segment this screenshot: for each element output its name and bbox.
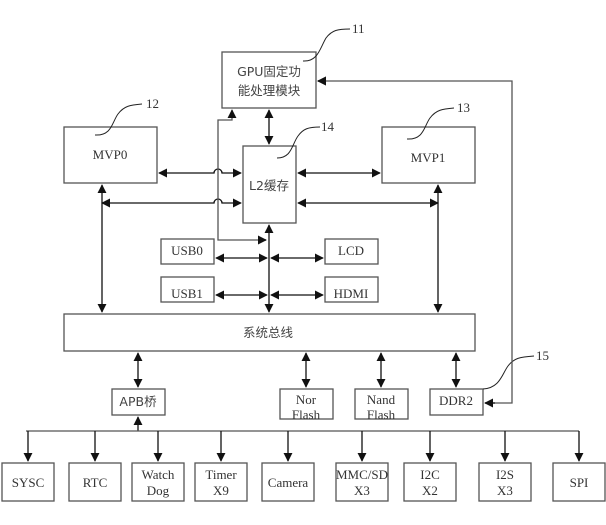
mvp1-block: MVP1 xyxy=(381,126,476,184)
peripheral-label-line1: RTC xyxy=(83,475,108,490)
mvp0-block: MVP0 xyxy=(63,126,158,184)
svg-text:12: 12 xyxy=(146,96,159,111)
apb-bridge-label: APB桥 xyxy=(119,394,157,409)
nand-flash-line1: Nand xyxy=(367,392,396,407)
peripheral-block: TimerX9 xyxy=(194,431,248,502)
peripheral-label-line1: Camera xyxy=(268,475,309,490)
ref-15: 15 xyxy=(482,348,549,390)
svg-text:13: 13 xyxy=(457,100,470,115)
peripheral-label-line2: X2 xyxy=(422,483,438,498)
lcd-label: LCD xyxy=(338,243,364,258)
gpu-block: GPU固定功 能处理模块 xyxy=(221,51,317,109)
peripheral-label-line2: X9 xyxy=(213,483,229,498)
peripheral-label-line1: MMC/SD xyxy=(336,467,388,482)
mvp0-label: MVP0 xyxy=(93,147,128,162)
usb0-label: USB0 xyxy=(171,243,203,258)
peripheral-block: SPI xyxy=(552,431,606,502)
lcd-block: LCD xyxy=(324,238,379,265)
apb-bridge-block: APB桥 xyxy=(111,388,166,416)
block-diagram: GPU固定功 能处理模块 MVP0 MVP1 L2缓存 USB0 LCD USB… xyxy=(1,21,606,502)
system-bus-label: 系统总线 xyxy=(243,325,294,340)
ddr2-label: DDR2 xyxy=(439,393,473,408)
peripheral-label-line2: X3 xyxy=(354,483,370,498)
svg-text:14: 14 xyxy=(321,119,335,134)
gpu-label-line1: GPU固定功 xyxy=(237,64,301,79)
svg-text:15: 15 xyxy=(536,348,549,363)
mvp1-label: MVP1 xyxy=(411,150,446,165)
peripheral-label-line1: I2S xyxy=(496,467,514,482)
usb1-label: USB1 xyxy=(171,286,203,301)
peripheral-block: MMC/SDX3 xyxy=(335,431,389,502)
peripheral-block: Camera xyxy=(261,431,315,502)
nand-flash-line2: Flash xyxy=(367,407,396,422)
usb1-block: USB1 xyxy=(160,276,215,303)
l2-cache-label: L2缓存 xyxy=(249,178,289,193)
hdmi-label: HDMI xyxy=(334,286,369,301)
system-bus-block: 系统总线 xyxy=(63,313,476,352)
l2-cache-block: L2缓存 xyxy=(242,145,297,224)
peripheral-label-line2: Dog xyxy=(147,483,170,498)
nor-flash-line2: Flash xyxy=(292,407,321,422)
peripheral-label-line1: Watch xyxy=(142,467,175,482)
peripheral-block: WatchDog xyxy=(131,431,185,502)
gpu-label-line2: 能处理模块 xyxy=(238,83,301,98)
peripheral-block: I2CX2 xyxy=(403,431,457,502)
nand-flash-block: Nand Flash xyxy=(354,388,409,422)
mvp0-l2-link-upper xyxy=(158,168,242,178)
nor-flash-block: Nor Flash xyxy=(279,388,334,422)
peripheral-block: SYSC xyxy=(1,431,55,502)
peripheral-label-line1: SYSC xyxy=(12,475,45,490)
usb0-block: USB0 xyxy=(160,238,215,265)
peripheral-label-line1: SPI xyxy=(570,475,589,490)
peripheral-row: SYSC RTCWatchDogTimerX9CameraMMC/SDX3I2CX… xyxy=(1,431,606,502)
nor-flash-line1: Nor xyxy=(296,392,317,407)
peripheral-label-line2: X3 xyxy=(497,483,513,498)
peripheral-block: I2SX3 xyxy=(478,431,532,502)
peripheral-block: RTC xyxy=(68,431,122,502)
hdmi-block: HDMI xyxy=(324,276,379,303)
mvp0-col-l2-link-lower xyxy=(101,198,242,208)
ddr2-block: DDR2 xyxy=(429,388,484,416)
svg-text:11: 11 xyxy=(352,21,365,36)
peripheral-label-line1: Timer xyxy=(205,467,237,482)
peripheral-label-line1: I2C xyxy=(420,467,440,482)
